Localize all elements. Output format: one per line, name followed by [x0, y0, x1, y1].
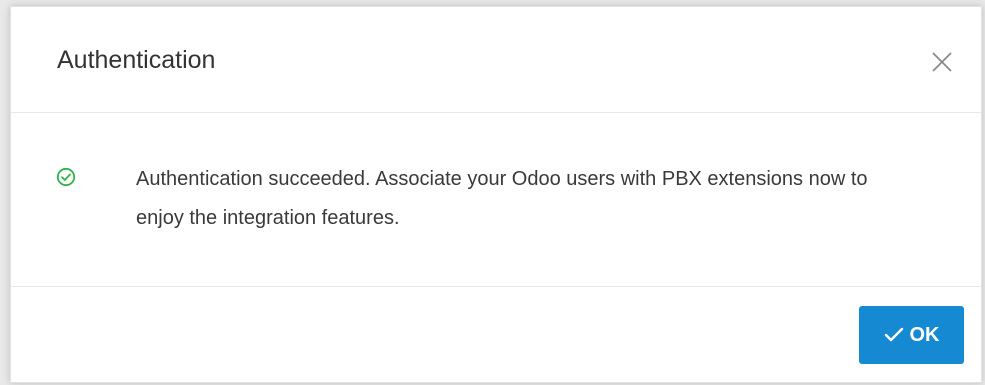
dialog-footer: OK [11, 287, 981, 382]
dialog-title: Authentication [57, 46, 216, 74]
check-circle-icon [56, 167, 76, 187]
check-icon [884, 327, 904, 343]
ok-button-label: OK [909, 323, 940, 346]
close-icon[interactable] [931, 51, 953, 73]
dialog-body: Authentication succeeded. Associate your… [11, 113, 981, 287]
success-message: Authentication succeeded. Associate your… [136, 168, 868, 229]
authentication-dialog: Authentication Authentication succeeded.… [10, 6, 982, 383]
ok-button[interactable]: OK [859, 306, 964, 364]
dialog-header: Authentication [11, 7, 981, 113]
